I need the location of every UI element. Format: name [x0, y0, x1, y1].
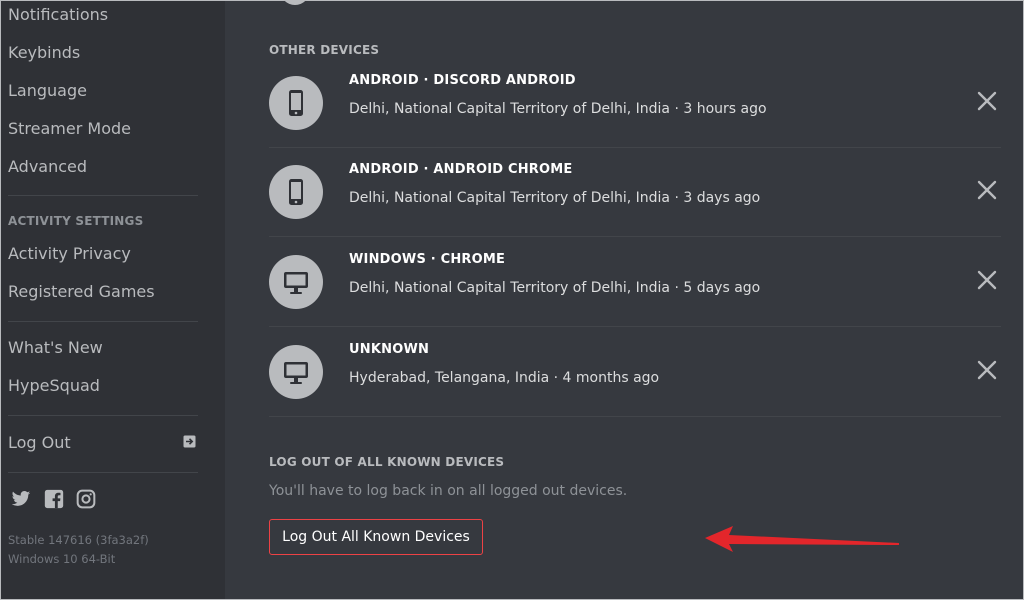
device-location: Delhi, National Capital Territory of Del…: [349, 280, 761, 296]
other-devices-title: OTHER DEVICES: [269, 43, 380, 57]
device-name: UNKNOWN: [349, 342, 430, 357]
phone-icon: [289, 90, 303, 116]
device-location: Delhi, National Capital Territory of Del…: [349, 190, 761, 206]
instagram-icon[interactable]: [76, 489, 96, 509]
version-info: Stable 147616 (3fa3a2f): [8, 533, 149, 547]
device-name: ANDROID · DISCORD ANDROID: [349, 73, 576, 88]
settings-window: Notifications Keybinds Language Streamer…: [0, 0, 1024, 600]
phone-icon: [289, 179, 303, 205]
row-divider: [269, 326, 1001, 327]
sidebar-item-hypesquad[interactable]: HypeSquad: [8, 374, 100, 398]
sidebar-item-keybinds[interactable]: Keybinds: [8, 41, 80, 65]
sidebar-item-whats-new[interactable]: What's New: [8, 336, 103, 360]
device-avatar: [269, 255, 323, 309]
current-device-avatar: [280, 1, 310, 5]
sidebar-divider: [8, 472, 198, 473]
sidebar-item-activity-privacy[interactable]: Activity Privacy: [8, 242, 131, 266]
os-info: Windows 10 64-Bit: [8, 552, 116, 566]
sidebar-divider: [8, 415, 198, 416]
sidebar-item-notifications[interactable]: Notifications: [8, 3, 108, 27]
sidebar-item-log-out[interactable]: Log Out: [8, 431, 71, 455]
logout-icon[interactable]: [183, 435, 196, 448]
device-location: Delhi, National Capital Territory of Del…: [349, 101, 767, 117]
sidebar-item-streamer-mode[interactable]: Streamer Mode: [8, 117, 131, 141]
monitor-icon: [284, 362, 308, 384]
device-avatar: [269, 345, 323, 399]
sidebar-divider: [8, 321, 198, 322]
device-location: Hyderabad, Telangana, India · 4 months a…: [349, 370, 660, 386]
device-row: ANDROID · ANDROID CHROME Delhi, National…: [269, 148, 1001, 237]
sidebar-item-advanced[interactable]: Advanced: [8, 155, 87, 179]
twitter-icon[interactable]: [11, 489, 31, 509]
close-icon[interactable]: [973, 356, 1001, 384]
devices-panel: OTHER DEVICES ANDROID · DISCORD ANDROID …: [225, 1, 1023, 599]
device-name: ANDROID · ANDROID CHROME: [349, 162, 573, 177]
close-icon[interactable]: [973, 87, 1001, 115]
device-row: ANDROID · DISCORD ANDROID Delhi, Nationa…: [269, 59, 1001, 148]
facebook-icon[interactable]: [44, 489, 64, 509]
logout-all-devices-button[interactable]: Log Out All Known Devices: [269, 519, 483, 555]
sidebar-item-registered-games[interactable]: Registered Games: [8, 280, 155, 304]
settings-sidebar: Notifications Keybinds Language Streamer…: [1, 1, 225, 599]
device-row: WINDOWS · CHROME Delhi, National Capital…: [269, 238, 1001, 327]
sidebar-item-language[interactable]: Language: [8, 79, 87, 103]
close-icon[interactable]: [973, 176, 1001, 204]
sidebar-divider: [8, 195, 198, 196]
row-divider: [269, 416, 1001, 417]
close-icon[interactable]: [973, 266, 1001, 294]
device-name: WINDOWS · CHROME: [349, 252, 506, 267]
sidebar-header-activity: ACTIVITY SETTINGS: [8, 214, 144, 228]
device-avatar: [269, 165, 323, 219]
device-row: UNKNOWN Hyderabad, Telangana, India · 4 …: [269, 328, 1001, 417]
row-divider: [269, 236, 1001, 237]
logout-all-hint: You'll have to log back in on all logged…: [269, 483, 628, 499]
annotation-arrow-icon: [705, 526, 899, 552]
monitor-icon: [284, 272, 308, 294]
logout-all-title: LOG OUT OF ALL KNOWN DEVICES: [269, 455, 505, 469]
device-avatar: [269, 76, 323, 130]
